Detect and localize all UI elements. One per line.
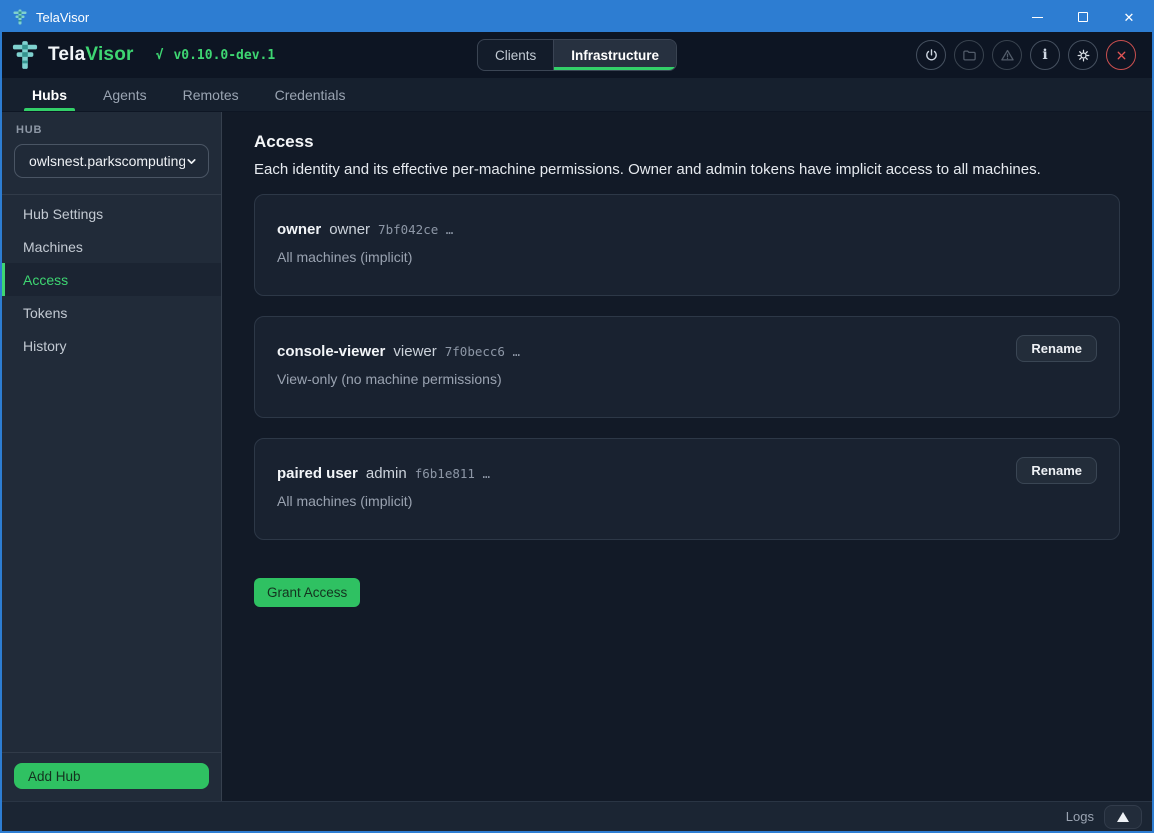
version-text: v0.10.0-dev.1 <box>173 48 275 63</box>
logs-label: Logs <box>1066 809 1094 824</box>
sidebar-item-hub-settings[interactable]: Hub Settings <box>2 197 221 230</box>
maximize-icon <box>1078 12 1088 22</box>
identity-name: paired user <box>277 465 358 482</box>
version-badge: √ v0.10.0-dev.1 <box>156 48 276 63</box>
sidebar-bottom: Add Hub <box>2 752 221 801</box>
identity-title-row: owner owner 7bf042ce … <box>277 221 1097 238</box>
exit-button[interactable] <box>1106 40 1136 70</box>
info-icon: i <box>1042 47 1047 63</box>
identity-token: f6b1e811 … <box>415 466 490 481</box>
titlebar: TelaVisor ✕ <box>2 2 1152 32</box>
warning-button[interactable] <box>992 40 1022 70</box>
identity-title-row: paired user admin f6b1e811 … <box>277 465 1097 482</box>
minimize-icon <box>1032 17 1043 18</box>
section-nav: Hubs Agents Remotes Credentials <box>2 78 1152 112</box>
power-icon <box>924 48 939 63</box>
minimize-button[interactable] <box>1014 2 1060 32</box>
identity-role: admin <box>366 465 407 482</box>
page-description: Each identity and its effective per-mach… <box>254 161 1120 178</box>
identity-token: 7bf042ce … <box>378 222 453 237</box>
tab-remotes[interactable]: Remotes <box>165 78 257 111</box>
sidebar-item-history[interactable]: History <box>2 329 221 362</box>
app-logo-icon <box>12 9 28 25</box>
info-button[interactable]: i <box>1030 40 1060 70</box>
triangle-up-icon <box>1117 812 1129 822</box>
identity-permissions: View-only (no machine permissions) <box>277 371 1097 387</box>
identity-card-owner: owner owner 7bf042ce … All machines (imp… <box>254 194 1120 296</box>
brand-name: TelaVisor <box>48 44 134 66</box>
identity-card-paired-user: paired user admin f6b1e811 … All machine… <box>254 438 1120 540</box>
window-title: TelaVisor <box>36 10 89 25</box>
identity-role: owner <box>329 221 370 238</box>
settings-button[interactable] <box>1068 40 1098 70</box>
main-content: Access Each identity and its effective p… <box>222 112 1152 801</box>
app-header: TelaVisor √ v0.10.0-dev.1 Clients Infras… <box>2 32 1152 78</box>
rename-button[interactable]: Rename <box>1016 335 1097 362</box>
app-window: TelaVisor ✕ TelaVisor √ v0.10.0-dev.1 <box>0 0 1154 833</box>
hub-select[interactable]: owlsnest.parkscomputing.c <box>14 144 209 178</box>
page-title: Access <box>254 132 1120 152</box>
gear-icon <box>1076 48 1091 63</box>
sidebar-spacer <box>2 362 221 752</box>
sidebar-list: Hub Settings Machines Access Tokens Hist… <box>2 194 221 362</box>
identity-token: 7f0becc6 … <box>445 344 520 359</box>
folder-icon <box>962 48 977 63</box>
warning-icon <box>1000 48 1015 63</box>
tab-agents[interactable]: Agents <box>85 78 165 111</box>
identity-permissions: All machines (implicit) <box>277 493 1097 509</box>
close-window-button[interactable]: ✕ <box>1106 2 1152 32</box>
add-hub-button[interactable]: Add Hub <box>14 763 209 789</box>
brand-logo-icon <box>12 40 38 70</box>
identity-name: console-viewer <box>277 343 385 360</box>
hub-section-label: HUB <box>16 124 207 136</box>
logs-toggle-button[interactable] <box>1104 805 1142 829</box>
footer-bar: Logs <box>2 801 1152 831</box>
mode-switcher: Clients Infrastructure <box>477 39 677 71</box>
identity-name: owner <box>277 221 321 238</box>
maximize-button[interactable] <box>1060 2 1106 32</box>
body: HUB owlsnest.parkscomputing.c Hub Settin… <box>2 112 1152 801</box>
sidebar-item-machines[interactable]: Machines <box>2 230 221 263</box>
chevron-down-icon <box>185 155 198 168</box>
grant-access-button[interactable]: Grant Access <box>254 578 360 607</box>
identity-title-row: console-viewer viewer 7f0becc6 … <box>277 343 1097 360</box>
sidebar-item-tokens[interactable]: Tokens <box>2 296 221 329</box>
tab-infrastructure[interactable]: Infrastructure <box>553 40 676 70</box>
sidebar: HUB owlsnest.parkscomputing.c Hub Settin… <box>2 112 222 801</box>
folder-button[interactable] <box>954 40 984 70</box>
identity-role: viewer <box>393 343 436 360</box>
identity-card-console-viewer: console-viewer viewer 7f0becc6 … View-on… <box>254 316 1120 418</box>
exit-close-icon <box>1115 49 1128 62</box>
status-check-icon: √ <box>156 48 164 63</box>
tab-hubs[interactable]: Hubs <box>14 78 85 111</box>
hub-select-value: owlsnest.parkscomputing.c <box>29 153 185 169</box>
identity-permissions: All machines (implicit) <box>277 249 1097 265</box>
brand: TelaVisor √ v0.10.0-dev.1 <box>12 40 275 70</box>
header-actions: i <box>916 40 1142 70</box>
tab-credentials[interactable]: Credentials <box>257 78 364 111</box>
power-button[interactable] <box>916 40 946 70</box>
sidebar-item-access[interactable]: Access <box>2 263 221 296</box>
tab-clients[interactable]: Clients <box>478 40 553 70</box>
close-icon: ✕ <box>1124 11 1135 24</box>
rename-button[interactable]: Rename <box>1016 457 1097 484</box>
